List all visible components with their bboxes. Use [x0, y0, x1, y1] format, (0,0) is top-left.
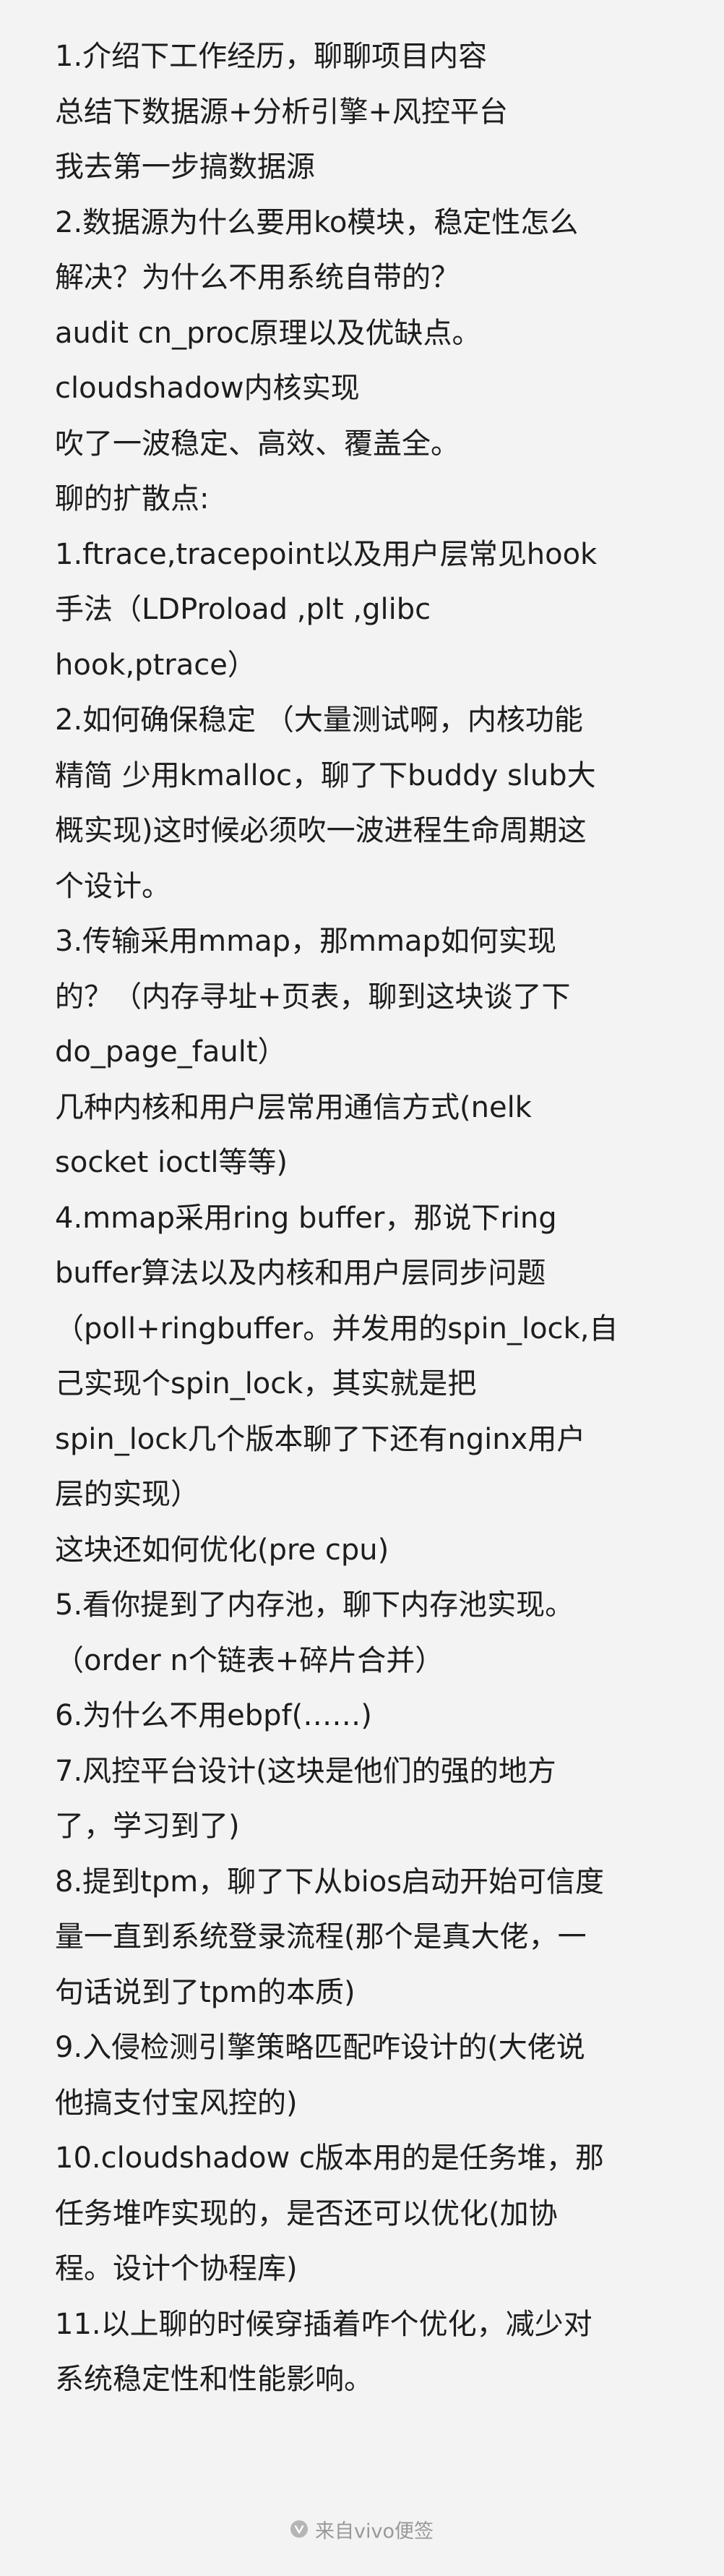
note-line: 解决？为什么不用系统自带的？ [55, 261, 460, 294]
note-line: do_page_fault） [55, 1035, 287, 1069]
note-line: 1.ftrace,tracepoint以及用户层常见hook [55, 537, 598, 571]
note-line: （order n个链表+碎片合并） [55, 1643, 444, 1677]
note-line: 聊的扩散点: [55, 482, 210, 515]
note-line: 精简 少用kmalloc，聊了下buddy slub大 [55, 758, 596, 792]
note-line: 4.mmap采用ring buffer，那说下ring [55, 1201, 557, 1235]
note-line: audit cn_proc原理以及优缺点。 [55, 316, 481, 350]
note-line: spin_lock几个版本聊了下还有nginx用户 [55, 1422, 586, 1456]
note-line: 3.传输采用mmap，那mmap如何实现 [55, 925, 556, 958]
note-line: 他搞支付宝风控的) [55, 2086, 298, 2120]
note-line: 2.数据源为什么要用ko模块，稳定性怎么 [55, 205, 579, 239]
note-line: 手法（LDProload ,plt ,glibc [55, 593, 431, 626]
note-line: （poll+ringbuffer。并发用的spin_lock,自 [55, 1311, 619, 1345]
note-line: 己实现个spin_lock，其实就是把 [55, 1367, 477, 1400]
note-footer: 来自vivo便签 [0, 2515, 724, 2543]
note-line: cloudshadow内核实现 [55, 372, 360, 405]
note-line: hook,ptrace） [55, 648, 257, 682]
note-line: 系统稳定性和性能影响。 [55, 2363, 373, 2396]
note-line: 6.为什么不用ebpf(……) [55, 1699, 372, 1732]
note-line: 程。设计个协程库) [55, 2252, 298, 2285]
note-line: buffer算法以及内核和用户层同步问题 [55, 1257, 546, 1290]
note-line: 5.看你提到了内存池，聊下内存池实现。 [55, 1588, 574, 1622]
note-line: 1.介绍下工作经历，聊聊项目内容 [55, 40, 488, 73]
note-line: 个设计。 [55, 869, 171, 903]
note-line: 11.以上聊的时候穿插着咋个优化，减少对 [55, 2307, 592, 2341]
note-line: 这块还如何优化(pre cpu) [55, 1533, 389, 1567]
note-line: 量一直到系统登录流程(那个是真大佬，一 [55, 1920, 587, 1954]
note-line: 10.cloudshadow c版本用的是任务堆，那 [55, 2141, 604, 2175]
vivo-logo-icon [290, 2520, 308, 2538]
note-line: 概实现)这时候必须吹一波进程生命周期这 [55, 814, 587, 847]
footer-source-label: 来自vivo便签 [315, 2520, 434, 2543]
note-line: 7.风控平台设计(这块是他们的强的地方 [55, 1754, 556, 1788]
note-line: 任务堆咋实现的，是否还可以优化(加协 [55, 2196, 558, 2230]
note-line: 我去第一步搞数据源 [55, 150, 315, 184]
note-content: 1.介绍下工作经历，聊聊项目内容 总结下数据源+分析引擎+风控平台 我去第一步搞数据… [55, 29, 698, 2408]
note-line: 几种内核和用户层常用通信方式(nelk [55, 1090, 532, 1124]
note-line: 8.提到tpm，聊了下从bios启动开始可信度 [55, 1865, 605, 1899]
note-line: 总结下数据源+分析引擎+风控平台 [55, 95, 509, 129]
note-line: 9.入侵检测引擎策略匹配咋设计的(大佬说 [55, 2031, 585, 2064]
note-line: 2.如何确保稳定 （大量测试啊，内核功能 [55, 703, 583, 737]
note-line: 的？（内存寻址+页表，聊到这块谈了下 [55, 980, 571, 1014]
note-line: 吹了一波稳定、高效、覆盖全。 [55, 427, 460, 461]
note-line: 句话说到了tpm的本质) [55, 1975, 355, 2009]
note-line: 层的实现） [55, 1478, 199, 1511]
note-line: socket ioctl等等) [55, 1146, 288, 1179]
note-line: 了，学习到了) [55, 1810, 240, 1843]
